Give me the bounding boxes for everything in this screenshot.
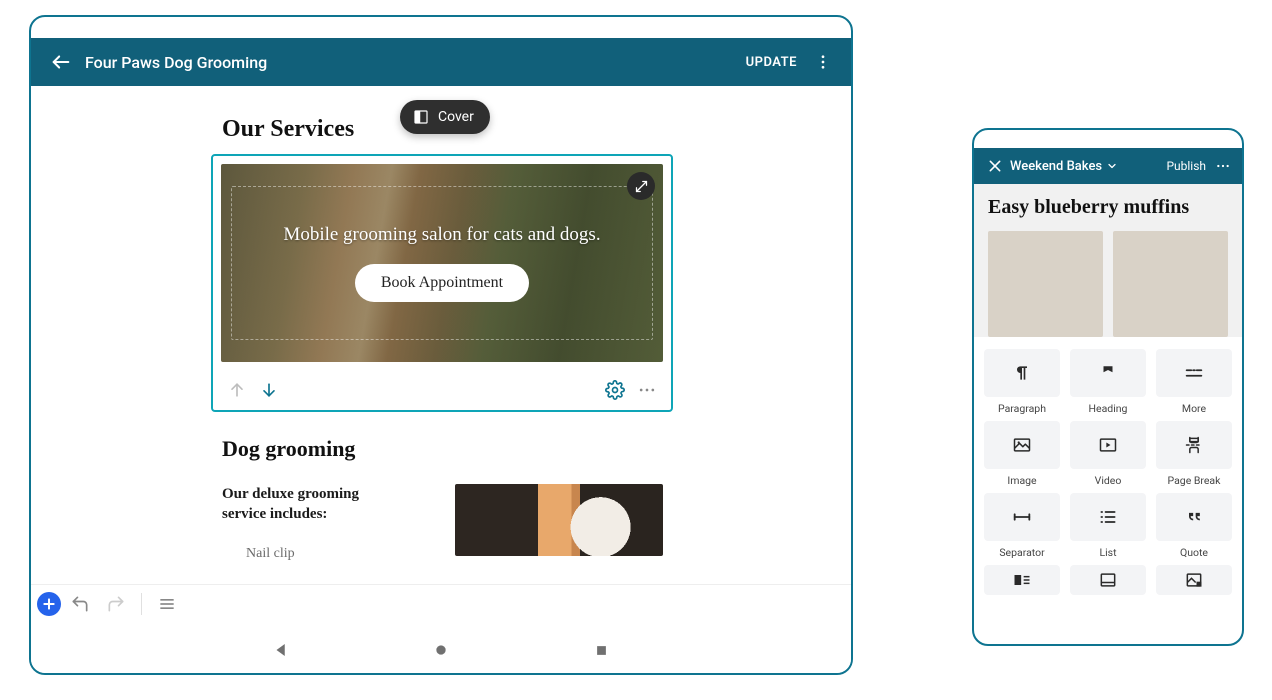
- android-nav-bar: [31, 627, 851, 673]
- page-title: Four Paws Dog Grooming: [85, 53, 746, 72]
- undo-button[interactable]: [63, 587, 97, 621]
- inserter-label: Paragraph: [984, 402, 1060, 415]
- cover-inner-outline: [231, 186, 653, 340]
- move-down-button[interactable]: [253, 374, 285, 406]
- android-home-button[interactable]: [421, 630, 461, 670]
- block-type-label: Cover: [438, 109, 474, 125]
- post-title[interactable]: Easy blueberry muffins: [974, 184, 1242, 227]
- inserter-label: Separator: [984, 546, 1060, 559]
- inserter-quote[interactable]: [1156, 493, 1232, 541]
- inserter-label: More: [1156, 402, 1232, 415]
- block-toolbar: [213, 370, 671, 410]
- block-inserter: Paragraph Heading More Image: [974, 337, 1242, 615]
- phone-title-label: Weekend Bakes: [1010, 159, 1102, 174]
- close-button[interactable]: [980, 151, 1010, 181]
- cover-icon: [412, 108, 430, 126]
- tablet-device: Four Paws Dog Grooming UPDATE Cover Our …: [29, 15, 853, 675]
- gallery-image-1[interactable]: [988, 231, 1103, 337]
- inserter-video[interactable]: [1070, 421, 1146, 469]
- block-type-pill[interactable]: Cover: [400, 100, 490, 134]
- phone-appbar: Weekend Bakes Publish: [974, 148, 1242, 184]
- heading-dog-grooming[interactable]: Dog grooming: [222, 436, 355, 462]
- gallery-image-2[interactable]: [1113, 231, 1228, 337]
- image-block[interactable]: [455, 484, 663, 556]
- inserter-label: Quote: [1156, 546, 1232, 559]
- android-recents-button[interactable]: [581, 630, 621, 670]
- list-item-nail[interactable]: Nail clip: [246, 546, 295, 562]
- inserter-heading[interactable]: [1070, 349, 1146, 397]
- inserter-paragraph[interactable]: [984, 349, 1060, 397]
- redo-button[interactable]: [99, 587, 133, 621]
- inserter-image[interactable]: [984, 421, 1060, 469]
- phone-title-dropdown[interactable]: Weekend Bakes: [1010, 159, 1166, 174]
- publish-button[interactable]: Publish: [1166, 159, 1206, 173]
- cover-text[interactable]: Mobile grooming salon for cats and dogs.: [265, 224, 618, 246]
- cover-block[interactable]: Mobile grooming salon for cats and dogs.…: [211, 154, 673, 412]
- block-more-button[interactable]: [631, 374, 663, 406]
- inserter-label: Page Break: [1156, 474, 1232, 487]
- inserter-label: List: [1070, 546, 1146, 559]
- book-appointment-button[interactable]: Book Appointment: [355, 264, 529, 302]
- phone-more-button[interactable]: [1210, 151, 1236, 181]
- inserter-label: Image: [984, 474, 1060, 487]
- inserter-label: Heading: [1070, 402, 1146, 415]
- cover-image[interactable]: Mobile grooming salon for cats and dogs.…: [221, 164, 663, 362]
- inserter-page-break[interactable]: [1156, 421, 1232, 469]
- back-button[interactable]: [41, 42, 81, 82]
- tablet-appbar: Four Paws Dog Grooming UPDATE: [31, 38, 851, 86]
- inserter-media-text[interactable]: [984, 565, 1060, 595]
- inserter-unknown-1[interactable]: [1070, 565, 1146, 595]
- block-settings-button[interactable]: [599, 374, 631, 406]
- update-button[interactable]: UPDATE: [746, 55, 797, 70]
- inserter-more[interactable]: [1156, 349, 1232, 397]
- inserter-separator[interactable]: [984, 493, 1060, 541]
- add-block-button[interactable]: [37, 592, 61, 616]
- keyboard-toggle-button[interactable]: [150, 587, 184, 621]
- inserter-label: Video: [1070, 474, 1146, 487]
- chevron-down-icon: [1106, 160, 1118, 172]
- paragraph-deluxe[interactable]: Our deluxe grooming service includes:: [222, 484, 402, 525]
- more-button[interactable]: [805, 42, 841, 82]
- inserter-list[interactable]: [1070, 493, 1146, 541]
- editor-canvas: Cover Our Services Mobile grooming salon…: [31, 86, 851, 673]
- move-up-button[interactable]: [221, 374, 253, 406]
- gallery-block[interactable]: [974, 227, 1242, 337]
- android-back-button[interactable]: [261, 630, 301, 670]
- cover-settings-button[interactable]: [627, 172, 655, 200]
- editor-bottom-bar: [31, 584, 851, 622]
- inserter-unknown-2[interactable]: [1156, 565, 1232, 595]
- phone-device: Weekend Bakes Publish Easy blueberry muf…: [972, 128, 1244, 646]
- heading-our-services[interactable]: Our Services: [222, 116, 354, 143]
